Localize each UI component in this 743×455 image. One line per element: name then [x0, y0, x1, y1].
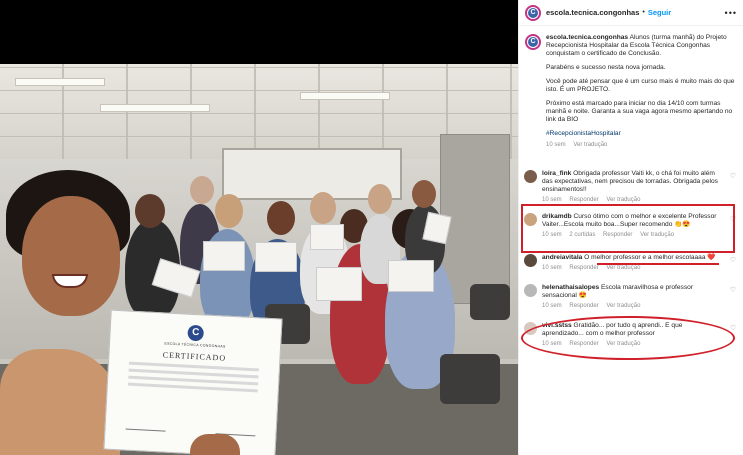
highlight-underline: [597, 263, 719, 265]
caption-avatar[interactable]: C: [525, 34, 541, 50]
certificate: C ESCOLA TÉCNICA CONGONHAS CERTIFICADO: [103, 309, 283, 455]
held-certificate: [310, 224, 344, 250]
highlight-rectangle: [521, 204, 735, 253]
comment-like-icon[interactable]: ♡: [730, 172, 736, 180]
caption-text: Parabéns e sucesso nesta nova jornada.: [546, 64, 666, 71]
held-certificate: [255, 242, 297, 272]
chair: [470, 284, 510, 320]
comment-username[interactable]: andreiavitala: [542, 254, 582, 261]
profile-avatar[interactable]: C: [525, 4, 541, 21]
comment-translate-link[interactable]: Ver tradução: [606, 303, 640, 309]
caption-time: 10 sem: [546, 142, 566, 148]
held-certificate: [316, 267, 362, 301]
chair: [440, 354, 500, 404]
comment: helenathaisalopes Escola maravilhosa e p…: [524, 284, 738, 310]
comment-username[interactable]: loira_fink: [542, 170, 571, 177]
caption-text: Você pode até pensar que é um curso mais…: [546, 78, 735, 93]
person-head: [135, 194, 165, 228]
ceiling-light: [100, 104, 210, 112]
held-certificate: [388, 260, 434, 292]
comment-text: O melhor professor e a melhor escolaaaa …: [584, 254, 716, 261]
header-username[interactable]: escola.tecnica.congonhas: [546, 8, 639, 17]
comment-username[interactable]: helenathaisalopes: [542, 284, 599, 291]
person-head: [267, 201, 295, 235]
comment-avatar[interactable]: [524, 254, 537, 267]
comment: loira_fink Obrigada professor Vaiti kk, …: [524, 170, 738, 204]
caption-text: Próximo está marcado para iniciar no dia…: [546, 100, 733, 123]
person-head: [310, 192, 336, 224]
caption-translate-link[interactable]: Ver tradução: [573, 142, 607, 148]
post-media[interactable]: C ESCOLA TÉCNICA CONGONHAS CERTIFICADO: [0, 0, 518, 455]
caption-hashtag[interactable]: #RecepcionistaHospitalar: [546, 130, 737, 138]
highlight-ellipse: [521, 316, 735, 360]
certificate-signature: [125, 428, 166, 432]
certificate-logo: C: [187, 324, 205, 342]
comment-like-icon[interactable]: ♡: [730, 286, 736, 294]
comment-avatar[interactable]: [524, 284, 537, 297]
comment-time: 10 sem: [542, 197, 562, 203]
comment-reply-button[interactable]: Responder: [569, 303, 598, 309]
comment-avatar[interactable]: [524, 170, 537, 183]
comment-translate-link[interactable]: Ver tradução: [606, 197, 640, 203]
comment-translate-link[interactable]: Ver tradução: [606, 265, 640, 271]
caption-body: escola.tecnica.congonhas Alunos (turma m…: [546, 34, 737, 149]
person-head: [215, 194, 243, 228]
selfie-person-face: [22, 196, 120, 316]
comment-time: 10 sem: [542, 303, 562, 309]
post-header: C escola.tecnica.congonhas • Seguir •••: [519, 0, 743, 26]
person-head: [412, 180, 436, 208]
post-caption: C escola.tecnica.congonhas Alunos (turma…: [519, 26, 743, 149]
ceiling-light: [300, 92, 390, 100]
person-head: [190, 176, 214, 204]
comment-reply-button[interactable]: Responder: [569, 197, 598, 203]
hand: [190, 434, 240, 455]
separator-dot: •: [642, 9, 645, 16]
ceiling-light: [15, 78, 105, 86]
comment-like-icon[interactable]: ♡: [730, 256, 736, 264]
post-photo: C ESCOLA TÉCNICA CONGONHAS CERTIFICADO: [0, 64, 518, 455]
comment-reply-button[interactable]: Responder: [569, 265, 598, 271]
follow-button[interactable]: Seguir: [648, 8, 671, 17]
comment-time: 10 sem: [542, 265, 562, 271]
held-certificate: [203, 241, 245, 271]
person-head: [368, 184, 392, 214]
caption-username[interactable]: escola.tecnica.congonhas: [546, 34, 628, 41]
more-options-icon[interactable]: •••: [725, 8, 737, 18]
